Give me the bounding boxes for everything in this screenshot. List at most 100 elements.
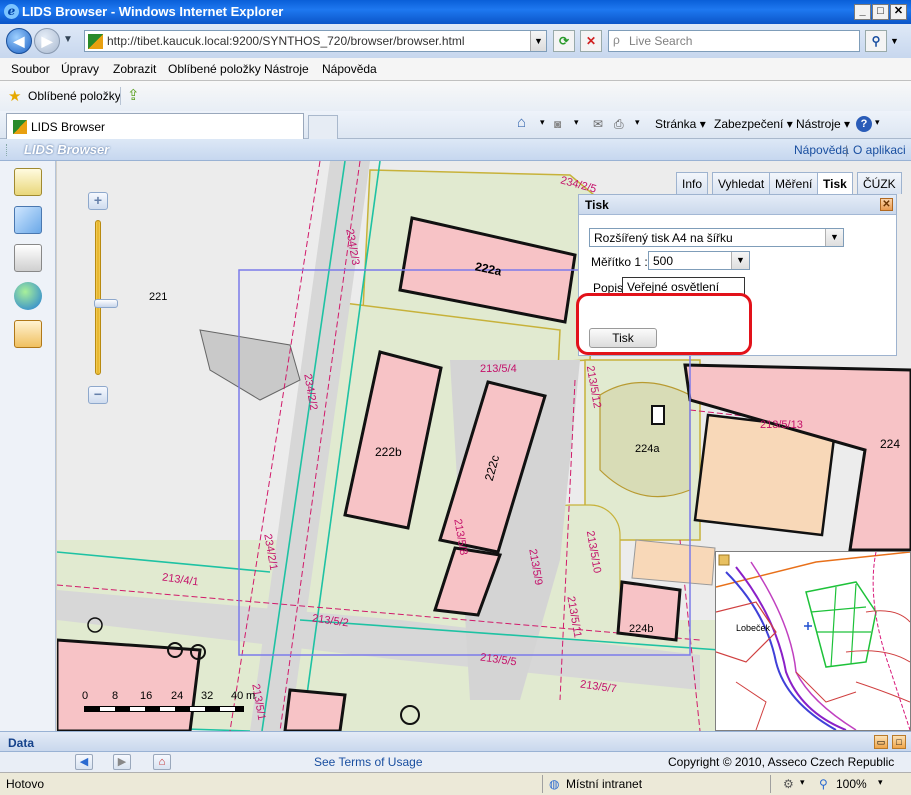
security-zone[interactable]: Místní intranet <box>566 777 642 791</box>
close-icon[interactable]: ✕ <box>880 198 893 211</box>
menu-tools[interactable]: Nástroje <box>264 62 309 76</box>
search-options-icon[interactable]: ▼ <box>890 36 899 46</box>
building-label: 224a <box>635 443 660 455</box>
favorites-divider <box>120 87 121 105</box>
menu-help[interactable]: Nápověda <box>322 62 377 76</box>
help-icon[interactable]: ? <box>856 116 872 132</box>
building-south <box>283 688 347 731</box>
zoom-in-button[interactable]: + <box>88 192 108 210</box>
protected-mode-dropdown-icon[interactable]: ▾ <box>800 777 805 788</box>
menu-view[interactable]: Zobrazit <box>113 62 156 76</box>
town-label: Lobeček <box>736 623 771 633</box>
app-brand: LIDS Browser <box>24 142 110 157</box>
tab-print[interactable]: Tisk <box>817 172 853 196</box>
mail-icon[interactable]: ✉ <box>593 117 603 131</box>
maximize-button[interactable]: □ <box>872 4 889 20</box>
back-button[interactable]: ◀ <box>6 28 32 54</box>
globe-search-icon[interactable] <box>14 282 42 310</box>
tab-measure[interactable]: Měření <box>769 172 819 194</box>
status-divider <box>770 775 771 793</box>
restore-panel-icon[interactable]: ▭ <box>874 735 888 749</box>
terms-link[interactable]: See Terms of Usage <box>314 755 423 769</box>
security-menu[interactable]: Zabezpečení ▾ <box>714 117 793 131</box>
scale-tick: 32 <box>201 690 214 702</box>
zoom-out-button[interactable]: − <box>88 386 108 404</box>
scale-value: 500 <box>653 254 674 268</box>
checklist-icon[interactable] <box>14 320 42 348</box>
print-dialog-title: Tisk <box>585 198 609 212</box>
close-window-button[interactable]: ✕ <box>890 4 907 20</box>
zoom-dropdown-icon[interactable]: ▾ <box>878 777 883 788</box>
overview-map[interactable]: Lobeček <box>715 551 911 731</box>
tab-info[interactable]: Info <box>676 172 709 194</box>
overview-map-drawing <box>715 551 911 731</box>
page-menu[interactable]: Stránka ▾ <box>655 117 706 131</box>
print-template-value: Rozšířený tisk A4 na šířku <box>594 231 733 245</box>
zoom-slider-handle[interactable] <box>94 299 118 308</box>
search-box[interactable]: ρ Live Search <box>608 30 860 52</box>
site-favicon-icon <box>88 34 103 49</box>
favorites-star-icon: ★ <box>8 88 22 105</box>
description-value: Veřejné osvětlení <box>627 280 720 294</box>
search-button[interactable]: ⚲ <box>865 30 887 52</box>
maximize-panel-icon[interactable]: □ <box>892 735 906 749</box>
print-dropdown-icon[interactable]: ▾ <box>635 117 640 128</box>
parking-ring <box>599 381 691 498</box>
forward-button[interactable]: ▶ <box>34 28 60 54</box>
feeds-icon[interactable]: ◙ <box>554 117 561 131</box>
favorites-label[interactable]: Oblíbené položky <box>28 89 121 103</box>
menu-edit[interactable]: Úpravy <box>61 62 99 76</box>
history-dropdown-icon[interactable]: ▼ <box>63 34 73 45</box>
scale-unit: m <box>246 690 256 702</box>
tab-cuzk[interactable]: ČÚZK <box>857 172 902 194</box>
help-dropdown-icon[interactable]: ▾ <box>875 117 880 128</box>
home-icon[interactable]: ⌂ <box>153 754 171 770</box>
menu-favorites[interactable]: Oblíbené položky <box>168 62 261 76</box>
app-footer: ◀ ▶ ⌂ See Terms of Usage Copyright © 201… <box>0 752 911 783</box>
back-arrow-icon[interactable]: ◀ <box>75 754 93 770</box>
scale-select[interactable]: 500 ▼ <box>648 251 750 270</box>
scale-tick: 8 <box>112 690 119 702</box>
header-separator: | <box>845 143 849 157</box>
protected-mode-icon[interactable]: ⚙ <box>783 777 794 791</box>
parcel-label: 221 <box>149 291 168 303</box>
tools-menu[interactable]: Nástroje ▾ <box>796 117 850 131</box>
scale-bar-graphic <box>84 706 244 712</box>
minimize-button[interactable]: _ <box>854 4 871 20</box>
parcel-number: 213/5/13 <box>760 419 803 431</box>
browser-tab[interactable]: LIDS Browser <box>6 113 304 139</box>
help-link[interactable]: Nápověda <box>794 143 849 157</box>
print-icon[interactable]: ⎙ <box>614 117 624 132</box>
print-template-select[interactable]: Rozšířený tisk A4 na šířku ▼ <box>589 228 844 247</box>
add-favorite-icon[interactable]: ⇪ <box>127 86 140 104</box>
edit-map-icon[interactable] <box>14 206 42 234</box>
home-dropdown-icon[interactable]: ▾ <box>540 117 545 128</box>
stop-button[interactable]: ✕ <box>580 30 602 52</box>
new-tab-button[interactable] <box>308 115 338 139</box>
menu-bar: Soubor Úpravy Zobrazit Oblíbené položky … <box>0 58 911 81</box>
address-dropdown-icon[interactable]: ▼ <box>530 31 546 51</box>
zoom-level[interactable]: 100% <box>836 777 867 791</box>
tab-favicon-icon <box>13 120 27 134</box>
status-bar: Hotovo ◍ Místní intranet ⚙ ▾ ⚲ 100% ▾ <box>0 772 911 795</box>
scale-tick: 40 <box>231 690 244 702</box>
status-divider <box>542 775 543 793</box>
refresh-button[interactable]: ⟳ <box>553 30 575 52</box>
tab-search[interactable]: Vyhledat <box>712 172 771 194</box>
menu-file[interactable]: Soubor <box>11 62 50 76</box>
forward-arrow-icon[interactable]: ▶ <box>113 754 131 770</box>
feeds-dropdown-icon[interactable]: ▾ <box>574 117 579 128</box>
about-link[interactable]: O aplikaci <box>853 143 906 157</box>
zoom-slider-track[interactable] <box>94 220 118 375</box>
search-provider-icon: ρ <box>613 33 620 47</box>
home-icon[interactable]: ⌂ <box>517 114 526 131</box>
print-dialog-header: Tisk ✕ <box>579 195 896 215</box>
layers-icon[interactable] <box>14 168 42 196</box>
zoom-level-icon[interactable]: ⚲ <box>819 777 828 791</box>
address-bar[interactable]: http://tibet.kaucuk.local:9200/SYNTHOS_7… <box>84 30 547 52</box>
window-title: LIDS Browser - Windows Internet Explorer <box>22 4 284 19</box>
print-tool-icon[interactable] <box>14 244 42 272</box>
building-label: 224 <box>880 437 901 451</box>
left-toolbar <box>0 161 56 731</box>
data-panel-bar: Data ▭ □ <box>0 731 911 752</box>
